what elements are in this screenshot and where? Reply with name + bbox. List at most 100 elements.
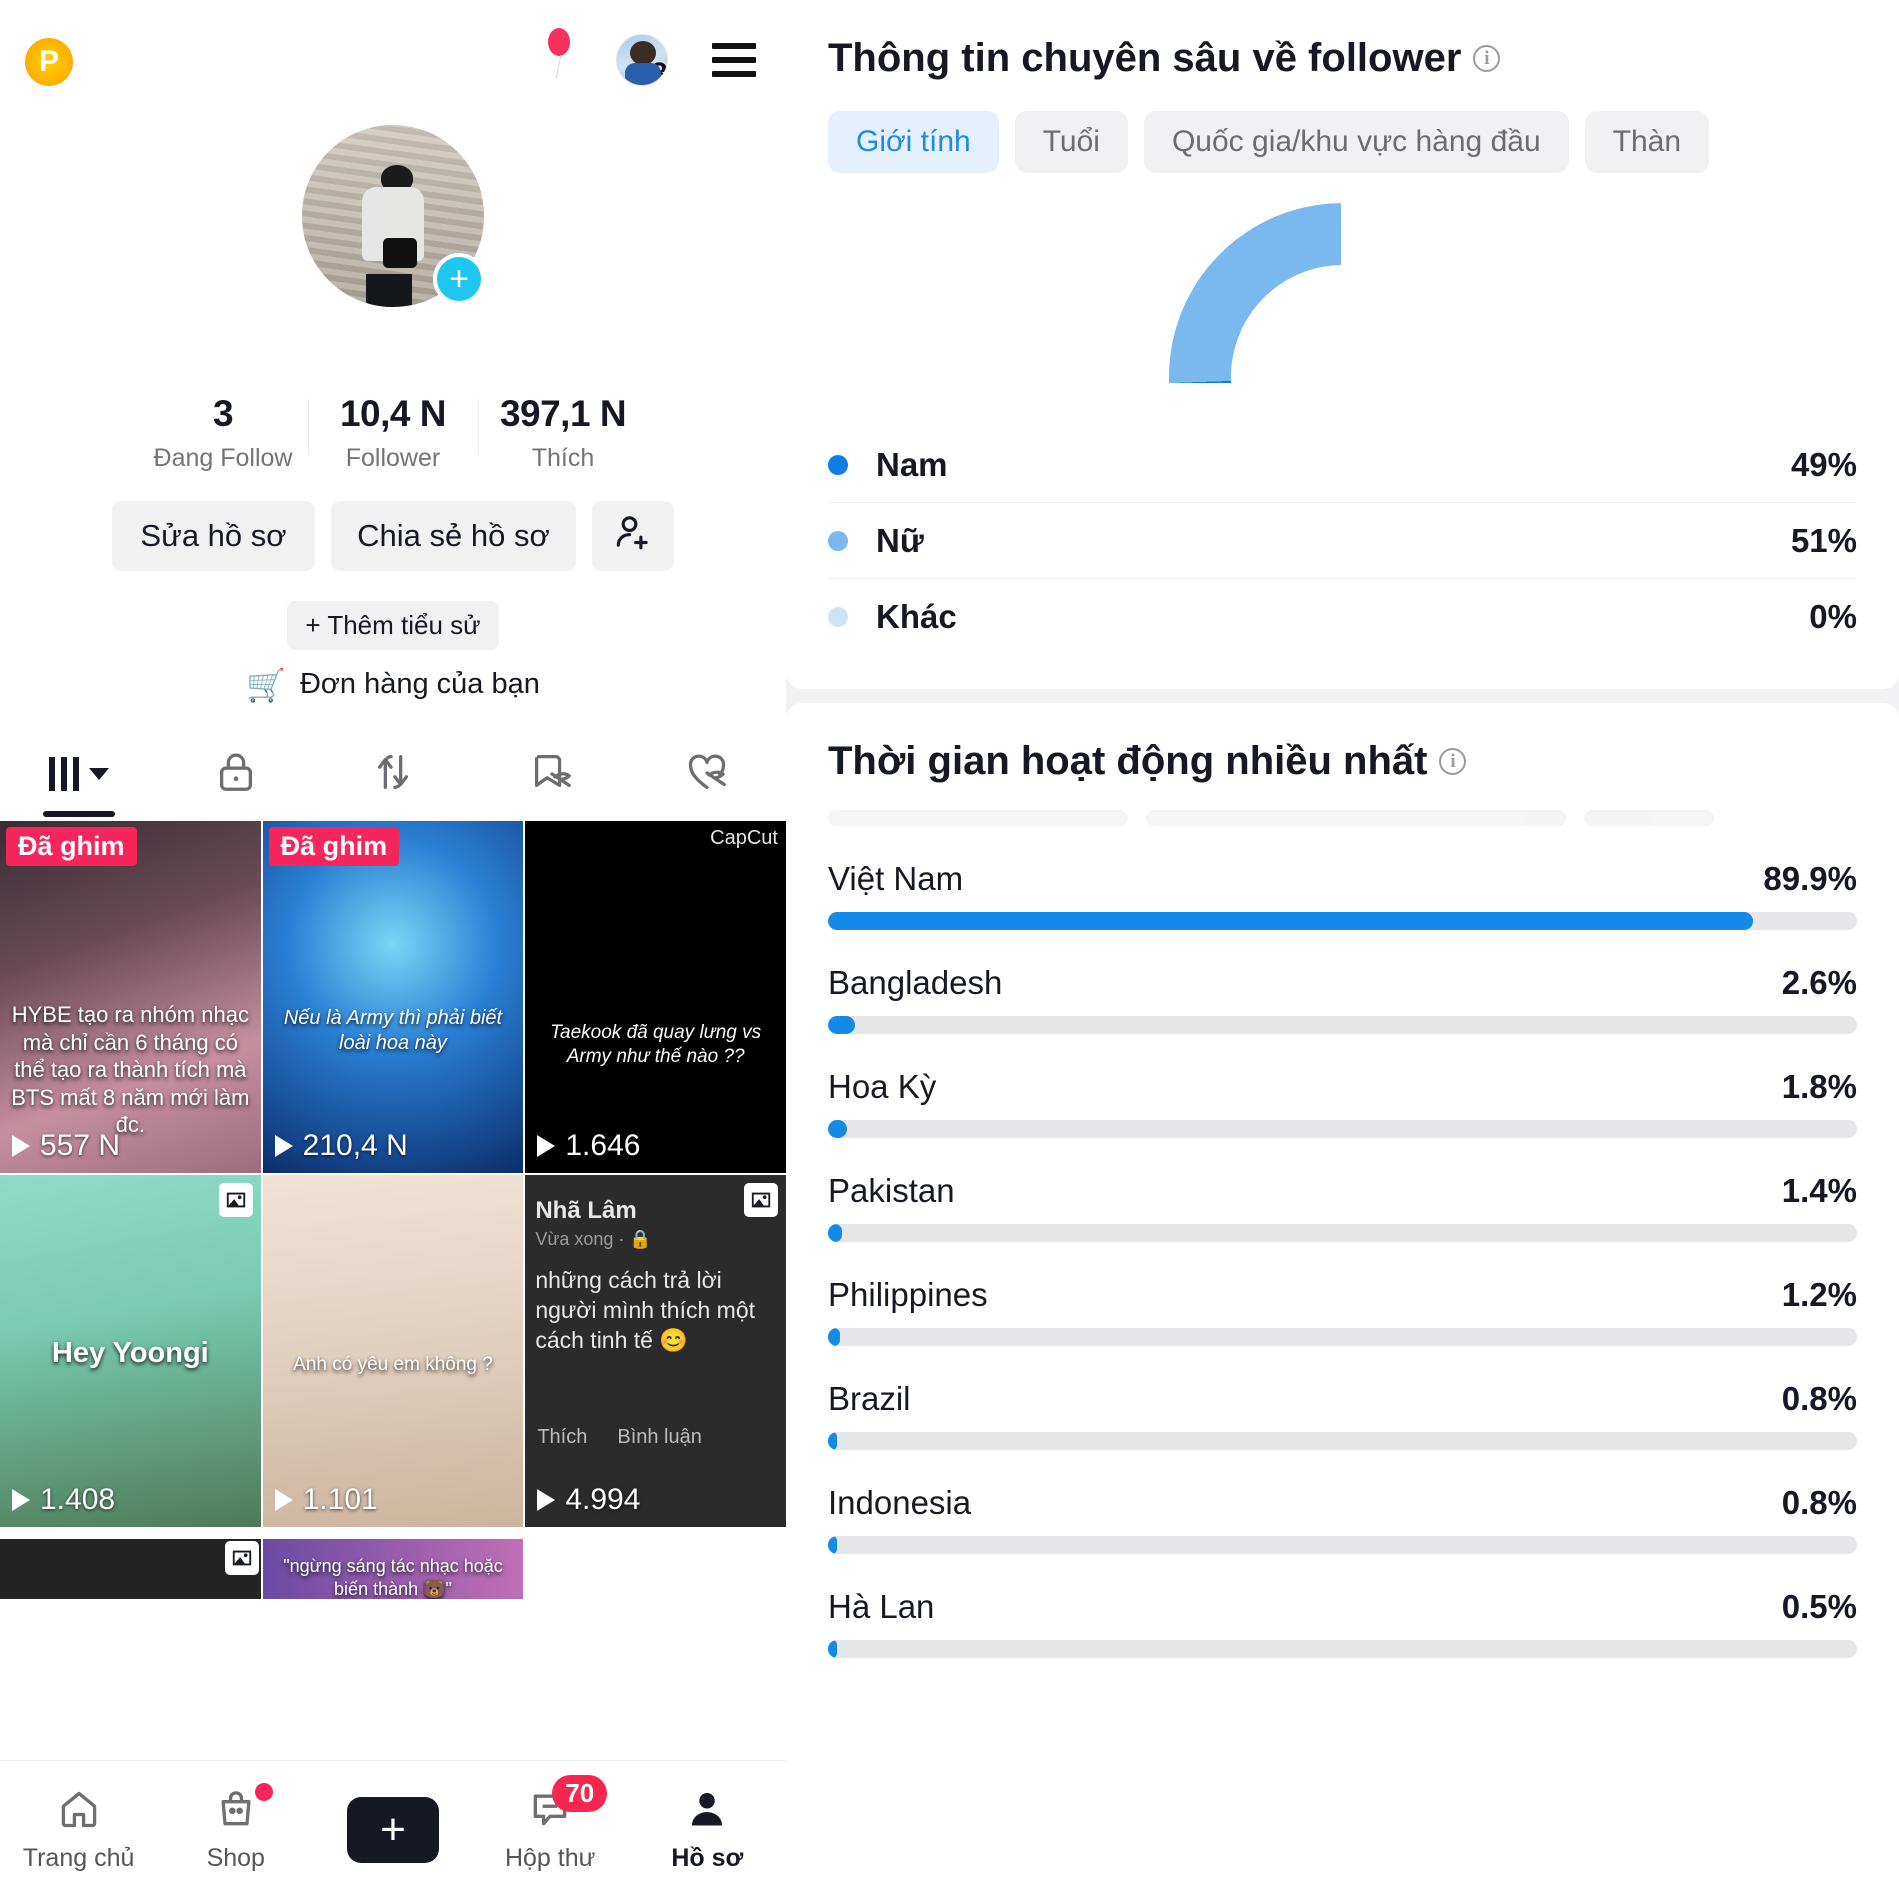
- video-overlay-text: "ngừng sáng tác nhạc hoặc biến thành 🐻": [283, 1556, 503, 1599]
- tab-reposts[interactable]: [327, 739, 459, 809]
- add-story-button[interactable]: +: [433, 253, 485, 305]
- card-title-row: Thông tin chuyên sâu về follower i: [828, 36, 1857, 81]
- stat-followers[interactable]: 10,4 N Follower: [308, 393, 478, 473]
- country-name: Hà Lan: [828, 1588, 935, 1625]
- video-views-count: 4.994: [565, 1483, 641, 1516]
- country-name: Hoa Kỳ: [828, 1068, 937, 1105]
- video-grid: Đã ghim HYBE tạo ra nhóm nhạc mà chỉ cần…: [0, 821, 786, 1527]
- video-cell[interactable]: Anh có yêu em không ? 1.101: [262, 1175, 524, 1527]
- country-name: Việt Nam: [828, 860, 964, 897]
- hamburger-icon[interactable]: [712, 43, 756, 77]
- profile-stats: 3 Đang Follow 10,4 N Follower 397,1 N Th…: [0, 393, 786, 473]
- video-cell[interactable]: CapCut Taekook đã quay lưng vs Army như …: [525, 821, 786, 1173]
- tab-liked[interactable]: [641, 739, 773, 809]
- country-row-header: Hà Lan 0.5%: [828, 1588, 1857, 1626]
- nav-item-shop[interactable]: Shop: [161, 1783, 311, 1873]
- country-name: Philippines: [828, 1276, 988, 1313]
- tab-saved[interactable]: [484, 739, 616, 809]
- nav-item-home[interactable]: Trang chủ: [4, 1787, 154, 1873]
- stat-label: Thích: [531, 444, 595, 472]
- chip-top-country[interactable]: Quốc gia/khu vực hàng đầu: [1143, 111, 1569, 173]
- post-body: những cách trả lời người mình thích một …: [535, 1267, 756, 1353]
- page-title: Thông tin chuyên sâu về follower: [828, 36, 1462, 80]
- pro-badge[interactable]: P: [25, 38, 73, 86]
- avatar-count-badge: 38: [651, 57, 668, 86]
- repost-icon: [370, 749, 416, 800]
- video-views-count: 1.646: [565, 1129, 641, 1162]
- country-value: 2.6%: [1781, 964, 1857, 1001]
- country-row-header: Bangladesh 2.6%: [828, 964, 1857, 1002]
- post-time: Vừa xong · 🔒: [535, 1229, 652, 1249]
- legend-label: Nam: [876, 445, 948, 483]
- placeholder-chip: [828, 810, 1128, 826]
- create-plus-icon[interactable]: +: [337, 1797, 448, 1863]
- nav-label: Hộp thư: [504, 1844, 596, 1872]
- country-row-header: Brazil 0.8%: [828, 1380, 1857, 1418]
- stat-likes[interactable]: 397,1 N Thích: [478, 393, 648, 473]
- insight-filter-chips: Giới tính Tuổi Quốc gia/khu vực hàng đầu…: [828, 111, 1857, 173]
- country-bar-track: [828, 1640, 1857, 1658]
- share-profile-button[interactable]: Chia sẻ hồ sơ: [331, 501, 576, 571]
- country-bar-track: [828, 1432, 1857, 1450]
- analytics-panel: Thông tin chuyên sâu về follower i Giới …: [786, 0, 1899, 1899]
- play-icon: [274, 1489, 293, 1511]
- stat-following[interactable]: 3 Đang Follow: [138, 393, 308, 473]
- country-value: 0.8%: [1781, 1380, 1857, 1417]
- country-row: Hà Lan 0.5%: [828, 1588, 1857, 1658]
- country-name: Pakistan: [828, 1172, 955, 1209]
- your-orders-link[interactable]: 🛒 Đơn hàng của bạn: [246, 668, 540, 701]
- post-author: Nhã Lâm: [535, 1197, 637, 1224]
- chip-gender[interactable]: Giới tính: [828, 111, 999, 173]
- country-bar-track: [828, 1328, 1857, 1346]
- tab-private[interactable]: [170, 739, 302, 809]
- country-row: Philippines 1.2%: [828, 1276, 1857, 1346]
- info-icon[interactable]: i: [1473, 45, 1501, 72]
- legend-label: Nữ: [876, 521, 924, 559]
- tab-videos[interactable]: [13, 739, 145, 809]
- info-icon[interactable]: i: [1439, 748, 1467, 775]
- legend-value: 51%: [1790, 521, 1857, 559]
- video-cell[interactable]: Đã ghim Nếu là Army thì phải biết loài h…: [262, 821, 524, 1173]
- country-bar-fill: [828, 1432, 837, 1450]
- nav-item-profile[interactable]: Hồ sơ: [632, 1787, 782, 1873]
- video-cell[interactable]: "ngừng sáng tác nhạc hoặc biến thành 🐻": [262, 1539, 524, 1599]
- nav-item-inbox[interactable]: 70 Hộp thư: [475, 1775, 625, 1873]
- pinned-badge: Đã ghim: [6, 827, 137, 866]
- video-views: 557 N: [12, 1129, 120, 1163]
- nav-item-create[interactable]: +: [318, 1797, 468, 1863]
- post-like-label: Thích: [537, 1426, 588, 1448]
- legend-dot: [828, 454, 848, 475]
- chip-age[interactable]: Tuổi: [1014, 111, 1128, 173]
- country-value: 1.2%: [1781, 1276, 1857, 1313]
- avatar[interactable]: 38: [616, 34, 668, 86]
- stat-value: 10,4 N: [339, 393, 447, 434]
- video-cell[interactable]: Nhã Lâm Vừa xong · 🔒 những cách trả lời …: [525, 1175, 786, 1527]
- video-views-count: 557 N: [40, 1129, 121, 1162]
- photo-post-icon: [218, 1183, 253, 1217]
- video-cell[interactable]: [525, 1539, 786, 1599]
- video-views: 4.994: [537, 1483, 640, 1517]
- country-name: Indonesia: [828, 1484, 972, 1521]
- post-comment-label: Bình luận: [617, 1426, 702, 1448]
- lock-icon: [213, 749, 259, 800]
- grid-icon: [48, 757, 79, 791]
- video-cell[interactable]: Hey Yoongi 1.408: [0, 1175, 261, 1527]
- follower-insights-card: Thông tin chuyên sâu về follower i Giới …: [786, 0, 1899, 689]
- add-bio-button[interactable]: + Thêm tiểu sử: [287, 601, 499, 650]
- pinned-badge: Đã ghim: [268, 827, 400, 866]
- video-overlay-text: Anh có yêu em không ?: [293, 1354, 493, 1375]
- chip-city[interactable]: Thàn: [1584, 111, 1710, 173]
- profile-tabs: [0, 723, 786, 809]
- video-views: 1.408: [12, 1483, 115, 1517]
- country-bar-track: [828, 912, 1857, 930]
- person-icon: [685, 1787, 729, 1836]
- post-actions: Thích Bình luận: [537, 1426, 780, 1449]
- add-friend-button[interactable]: [592, 501, 674, 571]
- country-bar-fill: [828, 1224, 843, 1242]
- video-cell[interactable]: Đã ghim HYBE tạo ra nhóm nhạc mà chỉ cần…: [0, 821, 261, 1173]
- video-cell[interactable]: [0, 1539, 261, 1599]
- legend-row-khac: Khác 0%: [828, 579, 1857, 655]
- edit-profile-button[interactable]: Sửa hồ sơ: [112, 501, 315, 571]
- country-row: Hoa Kỳ 1.8%: [828, 1068, 1857, 1138]
- country-bar-track: [828, 1536, 1857, 1554]
